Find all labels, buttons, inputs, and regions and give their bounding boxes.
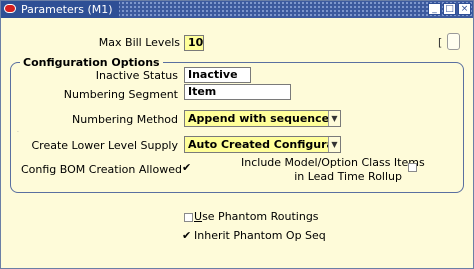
use-phantom-routings-checkbox[interactable] xyxy=(184,213,193,222)
configuration-options-title: Configuration Options xyxy=(20,56,163,69)
close-button[interactable]: × xyxy=(458,3,471,15)
create-lower-level-supply-label: Create Lower Level Supply xyxy=(31,139,178,152)
maximize-button[interactable]: □ xyxy=(443,3,456,15)
use-phantom-routings-label-rest: se Phantom Routings xyxy=(202,210,319,223)
create-lower-level-supply-value: Auto Created Configuration It... xyxy=(188,138,340,151)
row-marker: · xyxy=(17,129,19,136)
inactive-status-input[interactable]: Inactive xyxy=(184,67,251,83)
config-bom-creation-allowed-label: Config BOM Creation Allowed xyxy=(21,163,182,176)
title-label: Parameters (M1) xyxy=(1,1,119,18)
chevron-down-icon[interactable]: ▼ xyxy=(328,137,340,152)
numbering-segment-input[interactable]: Item xyxy=(184,84,291,100)
numbering-method-label: Numbering Method xyxy=(72,113,178,126)
include-model-option-label-line2: in Lead Time Rollup xyxy=(294,170,402,183)
inherit-phantom-op-seq-label[interactable]: Inherit Phantom Op Seq xyxy=(194,229,326,243)
minimize-button[interactable]: _ xyxy=(428,3,441,15)
include-model-option-label-line1: Include Model/Option Class Items xyxy=(241,156,425,169)
use-phantom-routings-label[interactable]: Use Phantom Routings xyxy=(194,210,319,224)
use-phantom-routings-mnemonic: U xyxy=(194,210,203,223)
oracle-app-icon xyxy=(4,4,16,13)
config-bom-creation-allowed-checkbox[interactable]: ✔ xyxy=(182,162,191,173)
descriptive-flexfield[interactable] xyxy=(447,33,460,50)
flex-field-bracket-open: [ xyxy=(438,36,443,49)
max-bill-levels-label: Max Bill Levels xyxy=(98,36,180,49)
include-model-option-checkbox[interactable] xyxy=(408,163,417,172)
parameters-window: Parameters (M1) _ □ × Max Bill Levels 10… xyxy=(0,0,474,269)
title-bar[interactable]: Parameters (M1) _ □ × xyxy=(1,1,473,18)
window-title: Parameters (M1) xyxy=(21,3,113,16)
max-bill-levels-input[interactable]: 10 xyxy=(184,35,204,51)
inactive-status-label: Inactive Status xyxy=(95,69,178,82)
numbering-segment-label: Numbering Segment xyxy=(63,88,178,101)
numbering-method-select[interactable]: Append with sequence ▼ xyxy=(184,110,341,127)
numbering-method-value: Append with sequence xyxy=(188,112,330,125)
chevron-down-icon[interactable]: ▼ xyxy=(328,111,340,126)
inherit-phantom-op-seq-checkbox[interactable]: ✔ xyxy=(182,230,191,241)
create-lower-level-supply-select[interactable]: Auto Created Configuration It... ▼ xyxy=(184,136,341,153)
